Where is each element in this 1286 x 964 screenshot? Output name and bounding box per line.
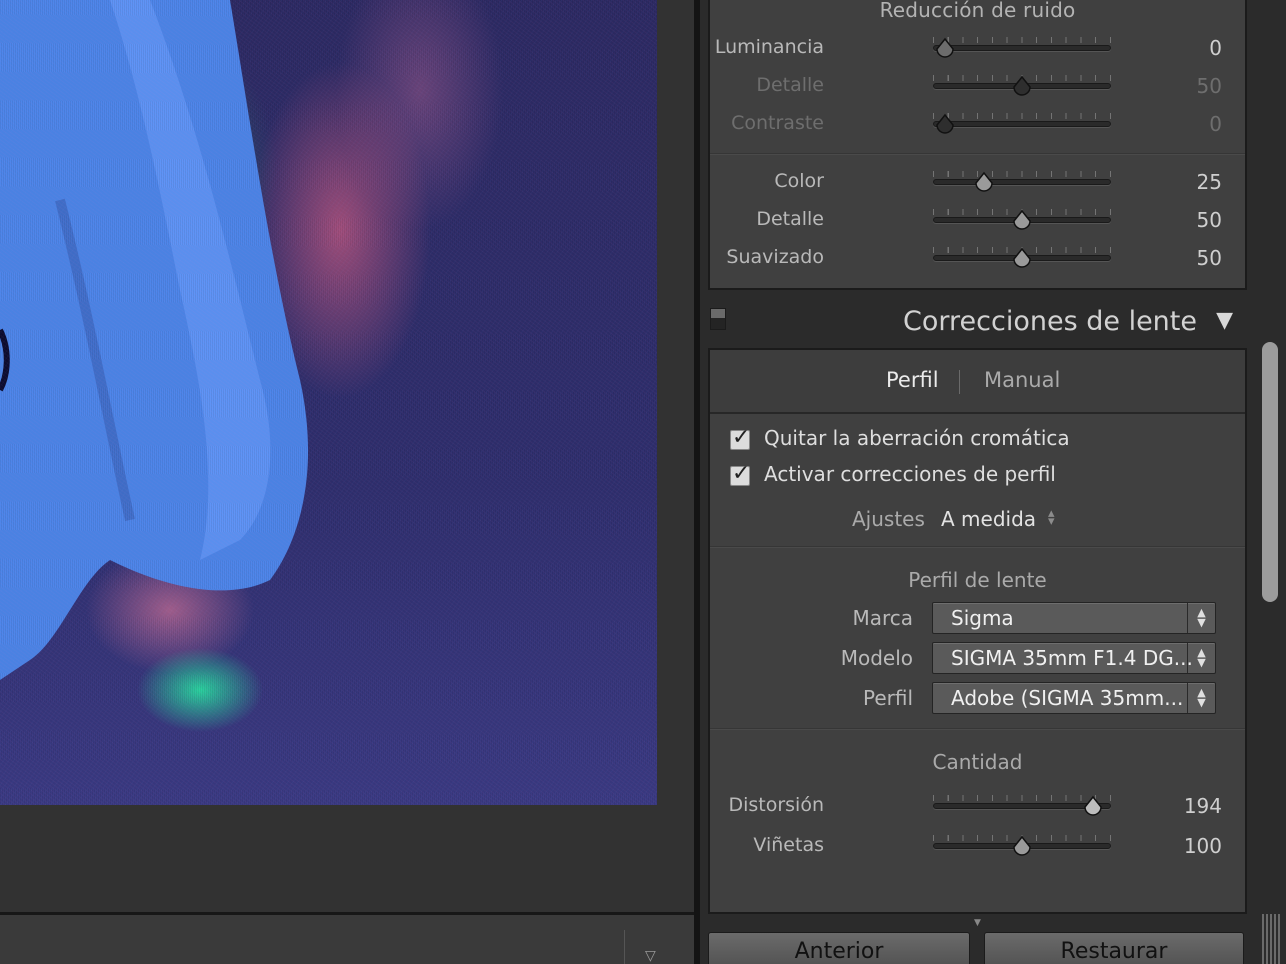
checkmark-icon: ✓	[732, 425, 751, 450]
slider-thumb	[1010, 75, 1034, 99]
noise-reduction-title: Reducción de ruido	[879, 0, 1076, 22]
tab-manual[interactable]: Manual	[984, 368, 1060, 392]
checkbox[interactable]: ✓	[730, 425, 750, 450]
model-select-row[interactable]: Modelo SIGMA 35mm F1.4 DG... ▲ ▼	[710, 642, 1245, 678]
setup-label: Ajustes	[852, 507, 925, 531]
slider-label: Viñetas	[753, 834, 824, 856]
profile-select[interactable]: Adobe (SIGMA 35mm... ▲ ▼	[932, 682, 1216, 714]
checkbox[interactable]: ✓	[730, 461, 750, 486]
checkbox-label[interactable]: Activar correcciones de perfil	[764, 462, 1056, 486]
filmstrip-bar	[0, 912, 694, 964]
section-divider	[710, 153, 1245, 155]
lens-tabs: Perfil Manual	[710, 350, 1245, 414]
lens-corrections-panel: Perfil Manual ✓ Quitar la aberración cro…	[708, 348, 1247, 914]
tab-profile[interactable]: Perfil	[886, 368, 939, 392]
model-select[interactable]: SIGMA 35mm F1.4 DG... ▲ ▼	[932, 642, 1216, 674]
updown-arrow-icon[interactable]: ▴ ▾	[1048, 507, 1055, 528]
filmstrip-divider	[624, 930, 625, 964]
slider-value: 50	[1196, 74, 1222, 98]
slider-value: 0	[1209, 112, 1222, 136]
slider-value[interactable]: 50	[1197, 246, 1222, 270]
slider-thumb[interactable]	[933, 37, 957, 61]
panel-end-marker-icon: ▼	[974, 918, 981, 928]
make-label: Marca	[852, 606, 913, 630]
select-value: Adobe (SIGMA 35mm...	[951, 686, 1184, 710]
section-divider	[710, 546, 1245, 548]
slider-track[interactable]	[933, 45, 1111, 51]
slider-row-luminance-contrast: Contraste 0	[710, 106, 1249, 144]
slider-thumb	[933, 113, 957, 137]
select-value: SIGMA 35mm F1.4 DG...	[951, 646, 1193, 670]
slider-thumb[interactable]	[1081, 795, 1105, 819]
slider-track[interactable]	[933, 179, 1111, 185]
reset-button[interactable]: Restaurar	[984, 932, 1244, 964]
updown-arrow-icon: ▲ ▼	[1187, 603, 1215, 633]
slider-value[interactable]: 50	[1197, 208, 1222, 232]
lens-profile-title: Perfil de lente	[908, 568, 1047, 592]
updown-arrow-icon: ▲ ▼	[1187, 683, 1215, 713]
slider-row-color-detail[interactable]: Detalle 50	[710, 202, 1249, 240]
slider-label: Detalle	[756, 208, 824, 230]
slider-ticks	[933, 171, 1111, 177]
resize-grip[interactable]	[1262, 914, 1280, 964]
slider-row-distortion[interactable]: Distorsión 194	[710, 788, 1249, 826]
chevron-down-icon[interactable]: ▽	[645, 948, 656, 964]
develop-right-panel: Reducción de ruido Luminancia 0 Detalle …	[700, 0, 1286, 964]
slider-label: Contraste	[731, 112, 824, 134]
profile-label: Perfil	[862, 686, 913, 710]
previous-button[interactable]: Anterior	[708, 932, 970, 964]
slider-row-color[interactable]: Color 25	[710, 164, 1249, 202]
updown-arrow-icon: ▲ ▼	[1187, 643, 1215, 673]
panel-enable-switch[interactable]	[710, 308, 726, 330]
photo-viewer: ▽	[0, 0, 694, 964]
noise-reduction-panel: Reducción de ruido Luminancia 0 Detalle …	[708, 0, 1247, 290]
checkbox-label[interactable]: Quitar la aberración cromática	[764, 426, 1070, 450]
slider-label: Color	[774, 170, 824, 192]
slider-row-luminance[interactable]: Luminancia 0	[710, 30, 1249, 68]
section-divider	[710, 728, 1245, 730]
slider-value[interactable]: 25	[1197, 170, 1222, 194]
slider-row-smoothness[interactable]: Suavizado 50	[710, 240, 1249, 278]
make-select-row[interactable]: Marca Sigma ▲ ▼	[710, 602, 1245, 638]
slider-thumb[interactable]	[1010, 247, 1034, 271]
tab-separator	[959, 370, 960, 394]
make-select[interactable]: Sigma ▲ ▼	[932, 602, 1216, 634]
slider-row-luminance-detail: Detalle 50	[710, 68, 1249, 106]
slider-label: Luminancia	[714, 36, 824, 58]
panel-scrollbar[interactable]	[1262, 342, 1278, 602]
select-value: Sigma	[951, 606, 1014, 630]
checkmark-icon: ✓	[732, 461, 751, 486]
slider-label: Suavizado	[726, 246, 824, 268]
amount-title: Cantidad	[932, 750, 1023, 774]
slider-value[interactable]: 0	[1209, 36, 1222, 60]
slider-label: Detalle	[756, 74, 824, 96]
slider-row-vignetting[interactable]: Viñetas 100	[710, 828, 1249, 866]
slider-thumb[interactable]	[1010, 835, 1034, 859]
slider-track	[933, 121, 1111, 127]
slider-value[interactable]: 100	[1184, 834, 1222, 858]
model-label: Modelo	[840, 646, 913, 670]
slider-ticks	[933, 113, 1111, 119]
profile-select-row[interactable]: Perfil Adobe (SIGMA 35mm... ▲ ▼	[710, 682, 1245, 718]
slider-ticks	[933, 37, 1111, 43]
panel-title[interactable]: Correcciones de lente	[903, 306, 1197, 337]
collapse-triangle-icon[interactable]: ▼	[1216, 308, 1233, 333]
setup-value[interactable]: A medida	[941, 507, 1036, 531]
slider-thumb[interactable]	[1010, 209, 1034, 233]
photo-preview[interactable]	[0, 0, 657, 805]
slider-value[interactable]: 194	[1184, 794, 1222, 818]
lens-corrections-header[interactable]: Correcciones de lente ▼	[708, 296, 1247, 348]
slider-label: Distorsión	[728, 794, 824, 816]
slider-thumb[interactable]	[972, 171, 996, 195]
